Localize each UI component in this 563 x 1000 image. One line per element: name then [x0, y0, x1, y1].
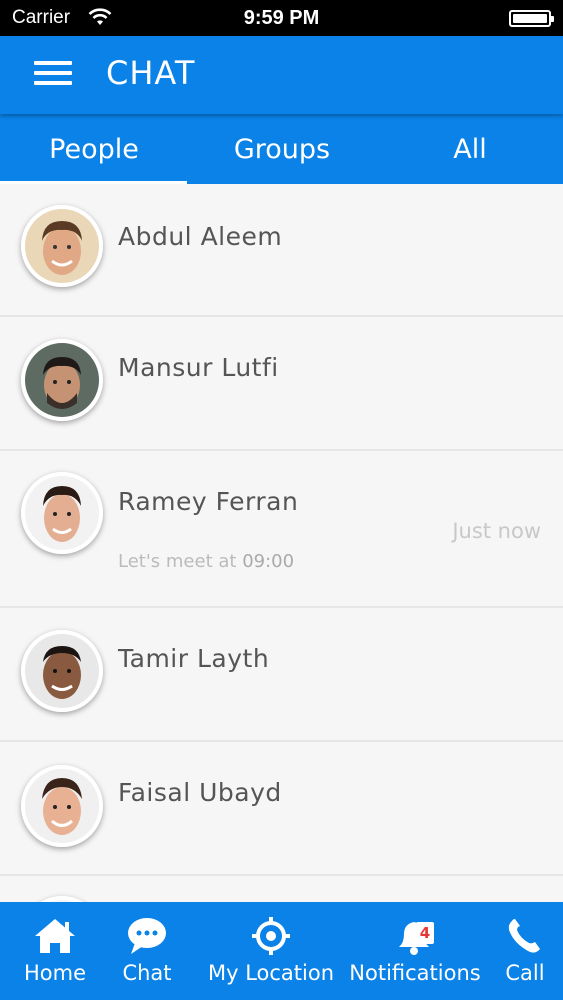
bell-icon: [399, 922, 429, 955]
avatar: [21, 472, 103, 554]
list-item[interactable]: Ramey Ferran Just now Let's meet at 09:0…: [0, 451, 563, 608]
avatar: [21, 339, 103, 421]
avatar: [21, 630, 103, 712]
bottom-navigation: Home Chat My Location 4 Notifications Ca…: [0, 902, 563, 1000]
list-item[interactable]: Mansur Lutfi: [0, 317, 563, 451]
nav-home[interactable]: Home: [12, 902, 98, 1000]
hamburger-menu-icon[interactable]: [34, 61, 72, 89]
avatar: [21, 765, 103, 847]
contact-name: Tamir Layth: [118, 644, 270, 673]
message-time: Just now: [452, 519, 541, 543]
chat-bubble-icon: [128, 918, 166, 954]
last-message-text: Let's meet at: [118, 551, 237, 572]
nav-call[interactable]: Call: [496, 902, 554, 1000]
notification-badge: 4: [416, 922, 434, 944]
battery-icon: [509, 10, 554, 27]
last-message-time: 09:00: [242, 551, 295, 572]
location-target-icon: [252, 917, 290, 955]
tab-people[interactable]: People: [0, 134, 188, 165]
tab-groups[interactable]: Groups: [188, 134, 376, 165]
last-message: Let's meet at 09:00: [118, 551, 294, 572]
contact-name: Abdul Aleem: [118, 222, 283, 251]
tab-bar: People Groups All: [0, 114, 563, 184]
contact-list[interactable]: Abdul Aleem Mansur Lutfi Ramey Ferran Ju…: [0, 184, 563, 902]
nav-notifications[interactable]: 4 Notifications: [348, 902, 482, 1000]
avatar: [21, 205, 103, 287]
page-title: CHAT: [106, 54, 196, 92]
list-item[interactable]: [0, 876, 563, 902]
list-item[interactable]: Faisal Ubayd: [0, 742, 563, 876]
nav-chat-label: Chat: [122, 961, 172, 985]
nav-notifications-label: Notifications: [349, 961, 481, 985]
contact-name: Ramey Ferran: [118, 487, 299, 516]
nav-call-label: Call: [505, 961, 545, 985]
list-item[interactable]: Tamir Layth: [0, 608, 563, 742]
nav-my-location-label: My Location: [207, 961, 335, 985]
app-header: CHAT: [0, 36, 563, 114]
status-bar: Carrier 9:59 PM: [0, 0, 563, 36]
nav-chat[interactable]: Chat: [110, 902, 184, 1000]
tab-all[interactable]: All: [376, 134, 563, 165]
phone-icon: [508, 919, 540, 953]
list-item[interactable]: Abdul Aleem: [0, 184, 563, 317]
nav-my-location[interactable]: My Location: [206, 902, 336, 1000]
nav-home-label: Home: [23, 961, 86, 985]
status-time: 9:59 PM: [243, 7, 320, 29]
contact-name: Faisal Ubayd: [118, 778, 282, 807]
home-icon: [35, 919, 75, 953]
selected-tab-indicator: [0, 181, 187, 184]
contact-name: Mansur Lutfi: [118, 353, 279, 382]
